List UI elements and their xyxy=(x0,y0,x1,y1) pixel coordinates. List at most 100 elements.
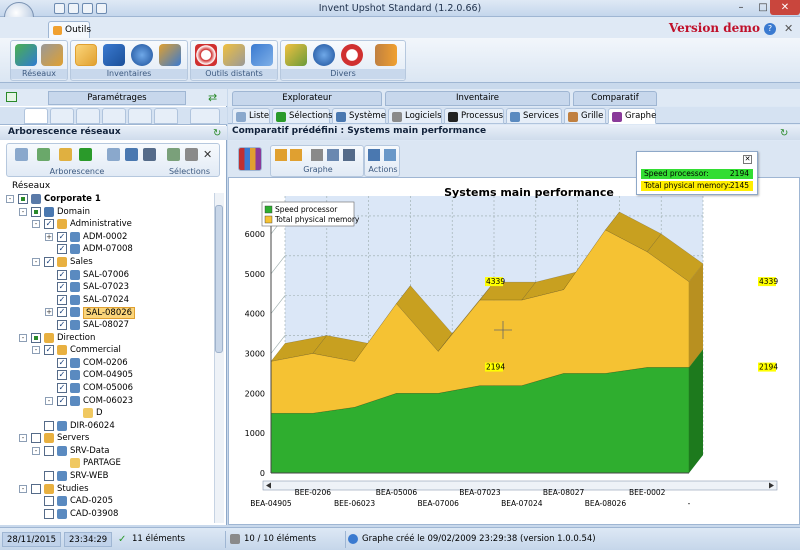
tree-checkbox[interactable] xyxy=(31,332,41,343)
tab-comparatif[interactable]: Comparatif xyxy=(573,91,657,106)
tree-checkbox[interactable]: ✓ xyxy=(57,244,67,255)
exit-icon[interactable] xyxy=(375,44,397,66)
expand-icon[interactable]: + xyxy=(45,308,53,317)
tab-more-icon[interactable] xyxy=(190,108,220,124)
tree-node[interactable]: + ✓ SAL-08026 xyxy=(6,306,216,320)
tree-checkbox[interactable] xyxy=(31,433,41,444)
tree-node[interactable]: - ✓ Administrative xyxy=(6,218,216,231)
collapse-icon[interactable]: - xyxy=(32,257,40,266)
options-icon[interactable] xyxy=(285,44,307,66)
print-icon[interactable] xyxy=(311,149,323,161)
edit-icon[interactable] xyxy=(15,148,28,161)
chart-type-icon[interactable] xyxy=(238,147,262,171)
tree-checkbox[interactable] xyxy=(31,206,41,217)
tree-node[interactable]: - SRV-Data xyxy=(6,445,216,458)
refresh-icon[interactable]: ↻ xyxy=(780,128,788,139)
ribbon-close-icon[interactable]: ✕ xyxy=(784,22,793,35)
download-icon[interactable] xyxy=(103,44,125,66)
tab-explorateur[interactable]: Explorateur xyxy=(232,91,382,106)
tree-checkbox[interactable]: ✓ xyxy=(57,395,67,406)
tab-tools-icon[interactable] xyxy=(50,108,74,124)
tree-node[interactable]: ✓ SAL-08027 xyxy=(6,319,216,332)
tab-package-icon[interactable] xyxy=(154,108,178,124)
config-icon[interactable] xyxy=(96,3,107,14)
tree-node[interactable]: - Direction xyxy=(6,332,216,345)
grid-icon[interactable] xyxy=(125,148,138,161)
export-icon[interactable] xyxy=(82,3,93,14)
action-alt-icon[interactable] xyxy=(384,149,396,161)
tree-checkbox[interactable] xyxy=(44,496,54,507)
tree-node[interactable]: D xyxy=(6,407,216,420)
tree-checkbox[interactable]: ✓ xyxy=(44,345,54,356)
action-icon[interactable] xyxy=(368,149,380,161)
tab-computer-icon[interactable] xyxy=(76,108,100,124)
save-icon[interactable] xyxy=(54,3,65,14)
collapse-icon[interactable]: - xyxy=(32,220,40,229)
save-icon[interactable] xyxy=(143,148,156,161)
collapse-icon[interactable]: - xyxy=(19,207,27,216)
network-add-icon[interactable] xyxy=(15,44,37,66)
tab-services[interactable]: Services xyxy=(506,108,562,124)
about-icon[interactable] xyxy=(313,44,335,66)
collapse-icon[interactable]: - xyxy=(6,195,14,203)
print-icon[interactable] xyxy=(68,3,79,14)
delete-icon[interactable]: ✕ xyxy=(203,148,216,161)
area-chart[interactable]: 0 1000 2000 3000 4000 5000 6000 BEA-04905BEE-02… xyxy=(229,178,799,524)
tree-checkbox[interactable] xyxy=(44,471,54,482)
tree-checkbox[interactable]: ✓ xyxy=(57,307,67,318)
tree-node[interactable]: PARTAGE xyxy=(6,457,216,470)
help-icon[interactable]: ? xyxy=(764,23,776,35)
refresh-icon[interactable]: ↻ xyxy=(213,128,221,139)
tab-inventaire[interactable]: Inventaire xyxy=(385,91,570,106)
tree-node[interactable]: ✓ COM-04905 xyxy=(6,369,216,382)
tree-node[interactable]: SRV-WEB xyxy=(6,470,216,483)
tree-node[interactable]: - Studies xyxy=(6,483,216,496)
tab-processus[interactable]: Processus xyxy=(444,108,504,124)
save-icon[interactable] xyxy=(343,149,355,161)
collapse-icon[interactable]: - xyxy=(19,333,27,342)
copy-icon[interactable] xyxy=(327,149,339,161)
tree-node[interactable]: - ✓ COM-06023 xyxy=(6,395,216,408)
collapse-icon[interactable]: - xyxy=(45,396,53,405)
tree-node[interactable]: - ✓ Commercial xyxy=(6,344,216,357)
tab-liste[interactable]: Liste xyxy=(232,108,270,124)
tab-outils[interactable]: Outils xyxy=(48,21,91,38)
tree-checkbox[interactable]: ✓ xyxy=(44,219,54,230)
tree-checkbox[interactable] xyxy=(18,194,28,204)
folder-icon[interactable] xyxy=(59,148,72,161)
tab-stats-icon[interactable] xyxy=(128,108,152,124)
expand-icon[interactable]: + xyxy=(45,232,53,241)
list-icon[interactable] xyxy=(107,148,120,161)
tab-logiciels[interactable]: Logiciels xyxy=(388,108,442,124)
tree-checkbox[interactable]: ✓ xyxy=(57,357,67,368)
sync-icon[interactable]: ⇄ xyxy=(208,91,217,104)
tree-node[interactable]: ✓ SAL-07024 xyxy=(6,294,216,307)
tree-checkbox[interactable] xyxy=(44,508,54,519)
tree-checkbox[interactable] xyxy=(44,420,54,431)
tree-node[interactable]: CAD-0205 xyxy=(6,495,216,508)
tree-node[interactable]: - Corporate 1 xyxy=(6,193,216,206)
close-button[interactable]: ✕ xyxy=(770,0,800,15)
tab-graphe[interactable]: Graphe xyxy=(608,108,656,124)
collapse-icon[interactable]: - xyxy=(32,446,40,455)
zoom-icon[interactable] xyxy=(275,149,287,161)
zoom-reset-icon[interactable] xyxy=(290,149,302,161)
tree-checkbox[interactable]: ✓ xyxy=(57,282,67,293)
tree-checkbox[interactable]: ✓ xyxy=(57,231,67,242)
fan-icon[interactable] xyxy=(251,44,273,66)
close-icon[interactable]: ✕ xyxy=(743,155,752,164)
tree-node[interactable]: ✓ ADM-07008 xyxy=(6,243,216,256)
remote-tools-icon[interactable] xyxy=(223,44,245,66)
tree-node[interactable]: CAD-03908 xyxy=(6,508,216,521)
check-icon[interactable] xyxy=(167,148,180,161)
tree-node[interactable]: ✓ SAL-07006 xyxy=(6,269,216,282)
tab-selections[interactable]: Sélections xyxy=(272,108,333,124)
tree-node[interactable]: ✓ COM-05006 xyxy=(6,382,216,395)
tab-network-icon[interactable] xyxy=(24,108,48,124)
tab-systeme[interactable]: Système xyxy=(332,108,386,124)
add-icon[interactable] xyxy=(79,148,92,161)
collapse-icon[interactable]: - xyxy=(32,346,40,355)
tree-node[interactable]: ✓ COM-0206 xyxy=(6,357,216,370)
reload-icon[interactable] xyxy=(185,148,198,161)
tree-checkbox[interactable]: ✓ xyxy=(57,382,67,393)
